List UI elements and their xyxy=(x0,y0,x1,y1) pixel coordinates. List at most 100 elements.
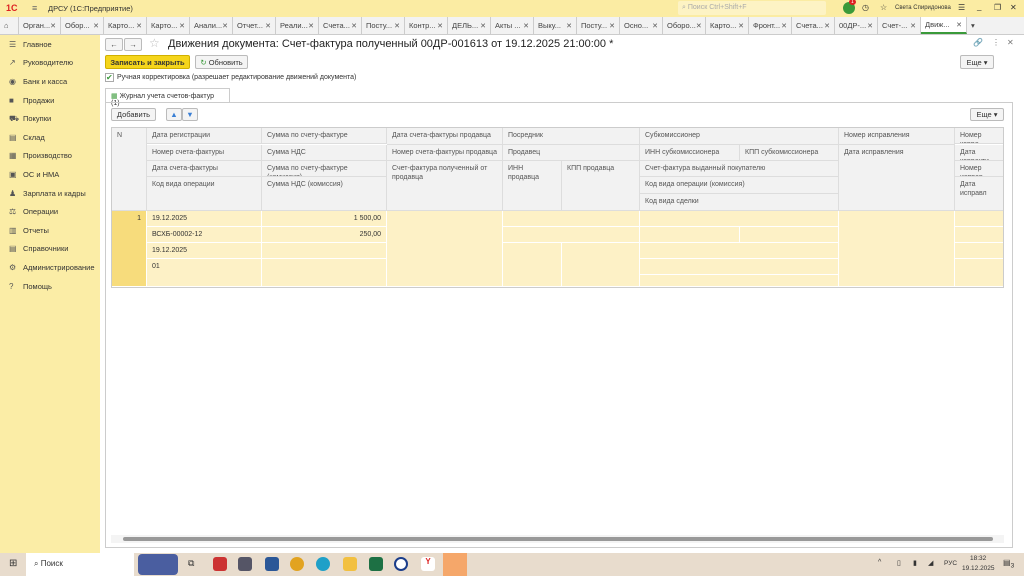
sidebar-item[interactable]: ▤ Склад xyxy=(0,128,100,147)
back-button[interactable]: ← xyxy=(105,38,123,51)
table-cell[interactable] xyxy=(503,211,640,227)
move-up-button[interactable]: ▲ xyxy=(166,108,182,121)
sidebar-item[interactable]: ⛟ Покупки xyxy=(0,109,100,128)
table-cell[interactable] xyxy=(262,243,387,259)
sidebar-item[interactable]: ▦ Производство xyxy=(0,147,100,166)
device-icon[interactable]: ▯ xyxy=(897,559,901,567)
save-and-close-button[interactable]: Записать и закрыть xyxy=(105,55,190,69)
column-header[interactable]: ИНН продавца xyxy=(503,161,562,211)
forward-button[interactable]: → xyxy=(124,38,142,51)
close-tab-icon[interactable]: ✕ xyxy=(265,22,271,30)
close-tab-icon[interactable]: ✕ xyxy=(956,21,962,29)
column-header[interactable]: Номер счета-фактуры продавца xyxy=(387,145,503,161)
close-tab-icon[interactable]: ✕ xyxy=(222,22,228,30)
close-tab-icon[interactable]: ✕ xyxy=(50,22,56,30)
table-cell[interactable] xyxy=(562,243,640,287)
tab-item[interactable]: Оборо... ✕ xyxy=(663,17,706,34)
table-cell[interactable] xyxy=(640,227,740,243)
close-tab-icon[interactable]: ✕ xyxy=(480,22,486,30)
history-icon[interactable]: ◷ xyxy=(862,3,869,12)
column-header[interactable]: N xyxy=(112,128,147,211)
table-cell[interactable] xyxy=(955,227,1003,243)
table-cell[interactable] xyxy=(503,227,640,243)
tab-item[interactable]: Осно... ✕ xyxy=(620,17,663,34)
sidebar-item[interactable]: ⚙ Администрирование xyxy=(0,258,100,277)
favorite-star-icon[interactable]: ☆ xyxy=(149,36,160,50)
close-tab-icon[interactable]: ✕ xyxy=(179,22,185,30)
tab-item[interactable]: 00ДР-... ✕ xyxy=(835,17,878,34)
minimize-icon[interactable]: _ xyxy=(977,2,981,11)
close-form-icon[interactable]: ✕ xyxy=(1007,38,1014,47)
tab-item[interactable]: Орган... ✕ xyxy=(19,17,61,34)
tabs-dropdown-icon[interactable]: ▾ xyxy=(967,17,987,34)
close-tab-icon[interactable]: ✕ xyxy=(696,22,702,30)
settings-icon[interactable]: ☰ xyxy=(958,3,965,12)
column-header[interactable]: Сумма по счету-фактуре xyxy=(262,128,387,144)
column-header[interactable]: Сумма НДС xyxy=(262,145,387,161)
table-cell[interactable]: 01 xyxy=(147,259,262,287)
tab-item[interactable]: Карто... ✕ xyxy=(104,17,147,34)
column-header[interactable]: Сумма по счету-фактуре (комиссия) xyxy=(262,161,387,177)
close-tab-icon[interactable]: ✕ xyxy=(136,22,142,30)
table-cell[interactable] xyxy=(839,211,955,287)
search-input[interactable]: ⌕ Поиск Ctrl+Shift+F xyxy=(678,1,826,15)
tab-item[interactable]: ДЕЛЬ... ✕ xyxy=(448,17,491,34)
restore-icon[interactable]: ❐ xyxy=(994,3,1001,12)
taskbar-search[interactable]: ⌕ Поиск xyxy=(26,553,134,576)
tab-item[interactable]: Карто... ✕ xyxy=(147,17,190,34)
column-header[interactable]: КПП продавца xyxy=(562,161,640,211)
language-indicator[interactable]: РУС xyxy=(944,560,957,567)
table-cell[interactable]: 250,00 xyxy=(262,227,387,243)
table-cell[interactable]: 1 500,00 xyxy=(262,211,387,227)
column-header[interactable]: Дата исправления xyxy=(839,145,955,211)
sidebar-item[interactable]: ▣ ОС и НМА xyxy=(0,165,100,184)
yandex-icon[interactable]: Y xyxy=(421,557,435,571)
tab-item[interactable]: Счета... ✕ xyxy=(792,17,835,34)
tab-item[interactable]: Отчет... ✕ xyxy=(233,17,276,34)
close-tab-icon[interactable]: ✕ xyxy=(609,22,615,30)
tab-item[interactable]: Акты ... ✕ xyxy=(491,17,534,34)
table-cell[interactable] xyxy=(955,243,1003,259)
explorer-icon[interactable] xyxy=(343,557,357,571)
column-header[interactable]: Продавец xyxy=(503,145,640,161)
table-cell[interactable] xyxy=(640,275,839,287)
tab-item[interactable]: Карто... ✕ xyxy=(706,17,749,34)
refresh-button[interactable]: ↻ Обновить xyxy=(195,55,248,69)
table-cell[interactable] xyxy=(640,211,839,227)
column-header[interactable]: Дата счета-фактуры продавца xyxy=(387,128,503,145)
column-header[interactable]: Номер исправления xyxy=(839,128,955,145)
tab-item[interactable]: Реали... ✕ xyxy=(276,17,319,34)
notifications-icon[interactable]: 1 xyxy=(843,0,856,14)
close-icon[interactable]: ✕ xyxy=(1010,3,1017,12)
tab-item[interactable]: Фронт... ✕ xyxy=(749,17,792,34)
link-icon[interactable]: 🔗 xyxy=(973,38,983,47)
microphone-icon[interactable]: ▮ xyxy=(913,559,917,567)
column-header[interactable]: Дата корректи xyxy=(955,145,1003,161)
task-view-icon[interactable]: ⧉ xyxy=(188,558,194,569)
column-header[interactable]: Счет-фактура выданный покупателю xyxy=(640,161,839,177)
tab-invoice-journal[interactable]: ▦ Журнал учета счетов-фактур (1) xyxy=(105,88,230,107)
action-center-icon[interactable]: ▤3 xyxy=(1003,558,1014,570)
close-tab-icon[interactable]: ✕ xyxy=(394,22,400,30)
close-tab-icon[interactable]: ✕ xyxy=(437,22,443,30)
table-cell[interactable] xyxy=(262,259,387,287)
row-number[interactable]: 1 xyxy=(112,211,147,287)
column-header[interactable]: КПП субкомиссионера xyxy=(740,145,839,161)
1c-taskbar-icon[interactable] xyxy=(443,553,467,576)
menu-icon[interactable]: ≡ xyxy=(32,3,37,13)
sidebar-item[interactable]: ▥ Отчеты xyxy=(0,221,100,240)
close-tab-icon[interactable]: ✕ xyxy=(351,22,357,30)
column-header[interactable]: Счет-фактура полученный от продавца xyxy=(387,161,503,211)
column-header[interactable]: Номер корре xyxy=(955,128,1003,144)
clock-date[interactable]: 19.12.2025 xyxy=(962,565,995,572)
table-cell[interactable]: 19.12.2025 xyxy=(147,243,262,259)
close-tab-icon[interactable]: ✕ xyxy=(738,22,744,30)
tab-item[interactable]: Счет-... ✕ xyxy=(878,17,921,34)
table-cell[interactable] xyxy=(955,211,1003,227)
sidebar-item[interactable]: ? Помощь xyxy=(0,277,100,296)
column-header[interactable]: Код вида операции (комиссия) xyxy=(640,177,839,194)
tab-item[interactable]: Обор... ✕ xyxy=(61,17,104,34)
add-button[interactable]: Добавить xyxy=(111,108,156,121)
table-cell[interactable] xyxy=(640,243,839,259)
column-header[interactable]: ИНН субкомиссионера xyxy=(640,145,740,161)
